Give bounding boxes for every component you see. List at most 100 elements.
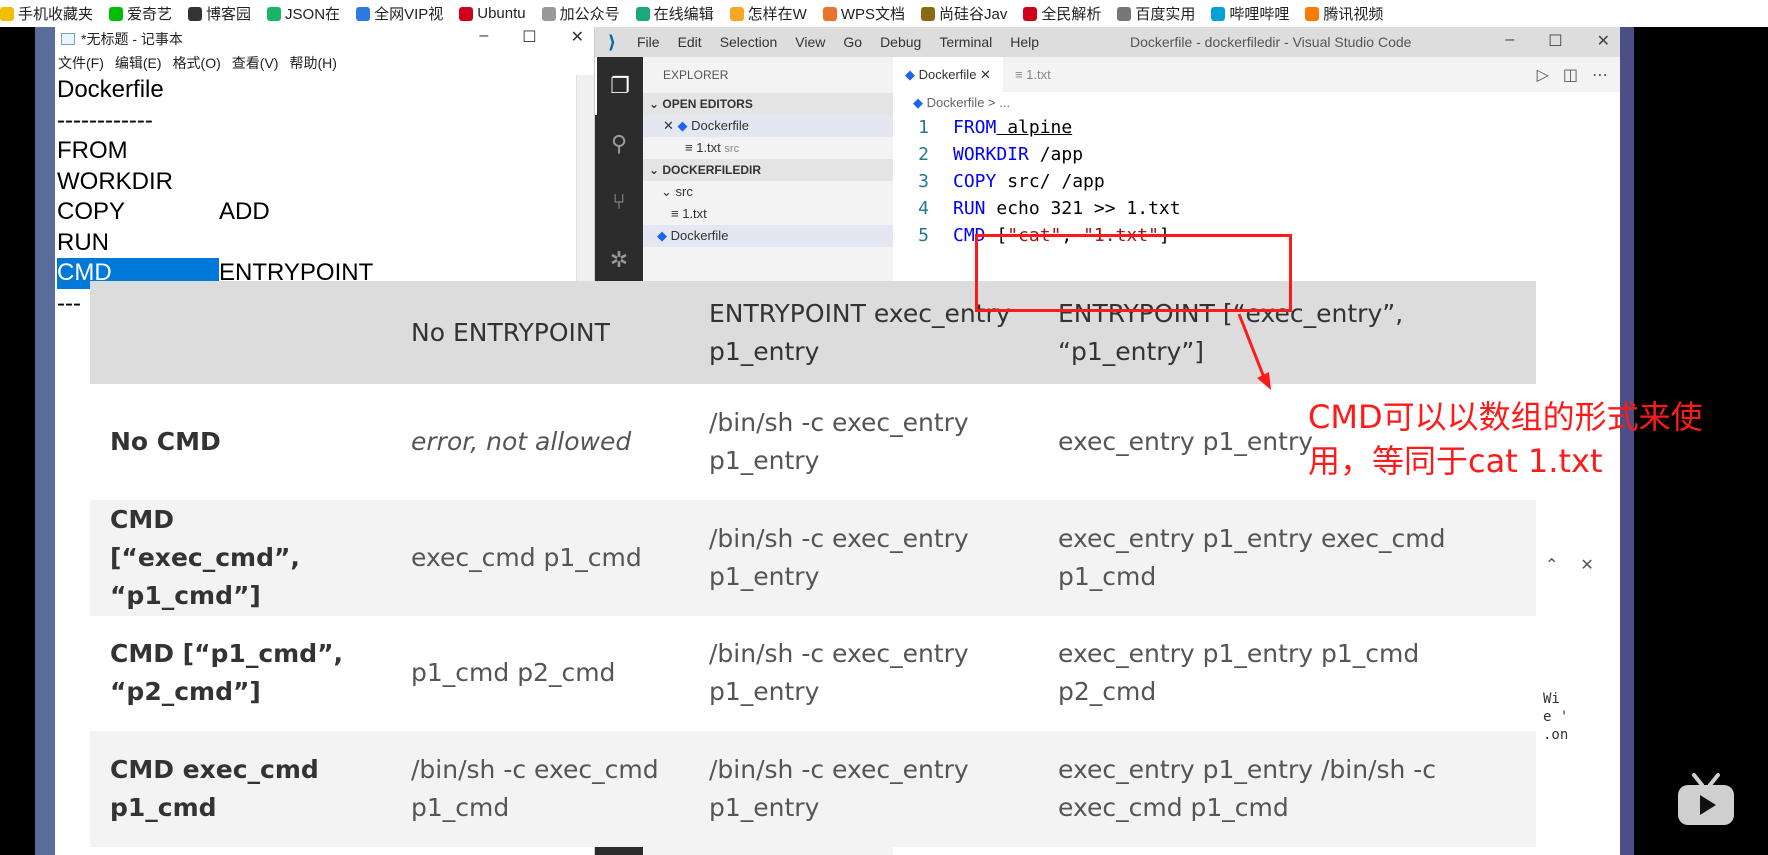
table-row: CMD [“p1_cmd”, “p2_cmd”] p1_cmd p2_cmd /… [90,615,1536,732]
notepad-icon [61,33,75,45]
table-row: CMD [“exec_cmd”, “p1_cmd”] exec_cmd p1_c… [90,499,1536,616]
split-editor-icon[interactable]: ◫ [1563,65,1578,85]
bookmark-label: 腾讯视频 [1323,6,1384,23]
menu-file[interactable]: 文件(F) [58,53,104,73]
menu-terminal[interactable]: Terminal [939,34,992,50]
file-icon: ≡ [685,140,693,155]
bookmark-item[interactable]: 加公众号 [541,3,620,24]
bookmark-item[interactable]: Ubuntu [459,5,526,22]
tree-file[interactable]: ≡ 1.txt [643,203,893,225]
bookmark-item[interactable]: 博客园 [188,3,251,24]
minimize-icon[interactable]: – [1505,31,1514,51]
bookmark-item[interactable]: 怎样在W [729,3,807,24]
table-cell: exec_entry p1_entry exec_cmd p1_cmd [1058,523,1446,591]
menu-selection[interactable]: Selection [720,34,778,50]
editor-tabs: ◆ Dockerfile ✕ ≡ 1.txt ▷ ◫ ⋯ [893,57,1620,92]
bookmarks-bar: 手机收藏夹 爱奇艺 博客园 JSON在 全网VIP视 Ubuntu 加公众号 在线编辑 怎样在W… [0,0,1768,27]
close-icon[interactable]: ✕ [571,27,584,47]
tree-folder[interactable]: ⌄ src [643,181,893,203]
code-line: 1 FROM alpine [918,117,1073,138]
explorer-icon[interactable]: ❐ [595,57,643,115]
menu-help[interactable]: Help [1010,34,1039,50]
more-icon[interactable]: ⋯ [1592,65,1608,85]
source-control-icon[interactable]: ⑂ [595,173,643,231]
maximize-icon[interactable]: ☐ [1548,31,1562,51]
menu-help[interactable]: 帮助(H) [289,53,336,73]
menu-edit[interactable]: 编辑(E) [115,53,162,73]
notepad-title: *无标题 - 记事本 [81,31,183,47]
bookmark-item[interactable]: 爱奇艺 [109,3,172,24]
close-icon[interactable]: ✕ [1597,31,1610,51]
open-editors-section[interactable]: ⌄ OPEN EDITORS [643,93,893,115]
vscode-menubar: File Edit Selection View Go Debug Termin… [637,34,1039,50]
bookmark-item[interactable]: 尚硅谷Jav [921,3,1007,24]
csdn-icon [459,6,474,21]
explorer-heading: EXPLORER [663,68,729,82]
bookmark-label: 哔哩哔哩 [1229,6,1290,23]
notepad-menubar: 文件(F) 编辑(E) 格式(O) 查看(V) 帮助(H) [55,51,594,75]
docker-icon: ◆ [657,228,667,243]
open-editor-item[interactable]: ≡ 1.txt src [643,137,893,159]
bookmark-label: 尚硅谷Jav [939,6,1008,23]
bookmark-label: 在线编辑 [653,6,714,23]
menu-format[interactable]: 格式(O) [173,53,221,73]
bookmark-item[interactable]: 哔哩哔哩 [1211,3,1289,24]
bookmark-item[interactable]: 在线编辑 [635,3,714,24]
bookmark-label: 爱奇艺 [127,6,173,23]
page-icon [541,6,556,21]
bookmark-item[interactable]: 全民解析 [1023,3,1101,24]
menu-go[interactable]: Go [843,34,862,50]
bookmark-label: 博客园 [206,6,252,23]
close-icon[interactable]: ✕ [1580,555,1593,575]
annotation-note: CMD可以以数组的形式来使 用，等同于cat 1.txt [1308,398,1703,480]
video-player-icon[interactable] [1676,773,1736,827]
chevron-up-icon[interactable]: ⌃ [1545,555,1558,575]
bookmark-item[interactable]: 全网VIP视 [356,3,443,24]
tab-1txt[interactable]: ≡ 1.txt [1003,57,1173,92]
vscode-logo-icon: ⟩ [607,31,617,52]
tencent-video-icon [1305,6,1320,21]
code-lines[interactable]: 1 FROM alpine 2 WORKDIR /app 3 COPY src/ /a… [893,114,1181,249]
code-line: 3 COPY src/ /app [918,171,1105,192]
breadcrumb[interactable]: ◆ Dockerfile > ... [893,92,1620,114]
bookmark-item[interactable]: 腾讯视频 [1305,3,1383,24]
image-icon [1117,6,1132,21]
menu-view[interactable]: View [795,34,825,50]
bookmark-item[interactable]: JSON在 [267,3,340,24]
row-header: No CMD [110,426,221,456]
menu-edit[interactable]: Edit [678,34,702,50]
bookmark-label: 全民解析 [1041,6,1102,23]
annotation-arrow [1237,313,1271,390]
code-line: 4 RUN echo 321 >> 1.txt [918,198,1181,219]
open-editor-item[interactable]: ✕ ◆ Dockerfile [643,115,893,137]
minimize-icon[interactable]: – [479,27,488,47]
maximize-icon[interactable]: ☐ [522,27,536,47]
bookmark-label: 全网VIP视 [374,6,444,23]
bookmark-item[interactable]: WPS文档 [822,3,905,24]
menu-file[interactable]: File [637,34,660,50]
bookmark-label: Ubuntu [477,5,526,22]
run-icon[interactable]: ▷ [1537,65,1549,85]
cnblogs-icon [188,6,203,21]
tree-file[interactable]: ◆ Dockerfile [643,225,893,247]
table-header-cell: No ENTRYPOINT [411,317,610,347]
text-line: Dockerfile [57,76,164,103]
bookmark-item[interactable]: 百度实用 [1117,3,1195,24]
folder-section[interactable]: ⌄ DOCKERFILEDIR [643,159,893,181]
menu-view[interactable]: 查看(V) [232,53,279,73]
desktop-background [35,27,55,855]
window-title: Dockerfile - dockerfiledir - Visual Stud… [1130,34,1412,50]
bookmark-label: 加公众号 [559,6,620,23]
row-header: CMD exec_cmd p1_cmd [110,755,319,823]
menu-debug[interactable]: Debug [880,34,921,50]
table-cell: /bin/sh -c exec_entry p1_entry [709,523,969,591]
table-row: CMD exec_cmd p1_cmd /bin/sh -c exec_cmd … [90,731,1536,847]
bookmark-item[interactable]: 手机收藏夹 [0,3,93,24]
tab-dockerfile[interactable]: ◆ Dockerfile ✕ [893,57,1003,92]
close-icon[interactable]: ✕ [980,67,991,82]
v-icon [1023,6,1038,21]
table-cell: p1_cmd p2_cmd [411,658,616,688]
search-icon[interactable]: ⚲ [595,115,643,173]
highlight-box [975,234,1292,312]
notepad-scrollbar[interactable] [576,75,594,305]
